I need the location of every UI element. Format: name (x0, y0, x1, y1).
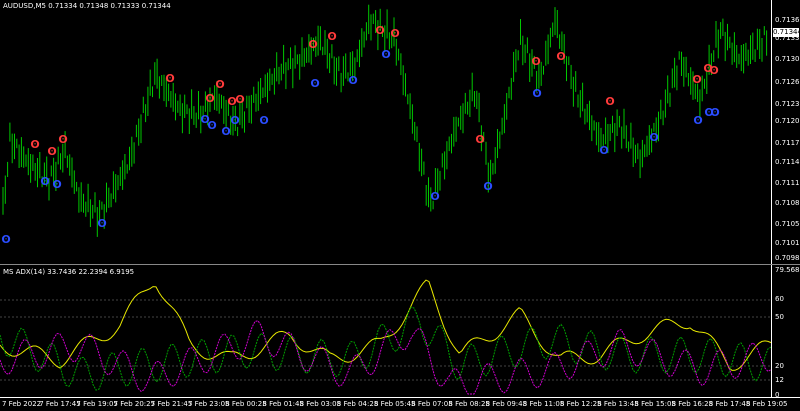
time-tick-label: 7 Feb 19:05 (76, 400, 118, 408)
up-fractal-marker: ʘ (692, 73, 701, 86)
down-fractal-marker: ʘ (710, 106, 719, 119)
down-fractal-marker: ʘ (221, 125, 230, 138)
up-fractal-marker: ʘ (215, 78, 224, 91)
down-fractal-marker: ʘ (207, 119, 216, 132)
price-tick-label: 0.71360 (775, 16, 800, 24)
down-fractal-marker: ʘ (483, 180, 492, 193)
up-fractal-marker: ʘ (475, 133, 484, 146)
time-tick-label: 8 Feb 12:25 (560, 400, 602, 408)
down-fractal-marker: ʘ (693, 114, 702, 127)
price-tick-label: 0.70985 (775, 254, 800, 262)
time-tick-label: 8 Feb 00:25 (225, 400, 267, 408)
up-fractal-marker: ʘ (165, 72, 174, 85)
down-fractal-marker: ʘ (97, 217, 106, 230)
time-tick-label: 8 Feb 13:45 (597, 400, 639, 408)
up-fractal-marker: ʘ (605, 95, 614, 108)
down-fractal-marker: ʘ (348, 74, 357, 87)
down-fractal-marker: ʘ (532, 87, 541, 100)
up-fractal-marker: ʘ (235, 93, 244, 106)
time-tick-label: 7 Feb 20:25 (113, 400, 156, 408)
time-tick-label: 8 Feb 09:45 (485, 400, 528, 408)
up-fractal-marker: ʘ (375, 24, 384, 37)
up-fractal-marker: ʘ (205, 92, 214, 105)
price-tick-label: 0.71205 (775, 117, 800, 125)
price-tick-label: 0.71175 (775, 139, 800, 147)
down-fractal-marker: ʘ (599, 144, 608, 157)
down-fractal-marker: ʘ (52, 178, 61, 191)
price-candles: ʘʘʘʘʘʘʘʘʘʘ ʘ ʘʘʘ ʘʘʘʘʘʘʘ ʘʘʘʘ ʘʘ ʘʘ ʘʘʘʘʘʘʘʘʘʘ (1, 4, 768, 246)
time-tick-label: 8 Feb 16:25 (671, 400, 714, 408)
indicator-tick-label: 60 (775, 295, 784, 303)
time-tick-label: 8 Feb 19:05 (746, 400, 788, 408)
adx-indicator-pane[interactable]: MS ADX(14) 33.7436 22.2394 6.9195 (0, 265, 772, 397)
plus-di-line (0, 306, 771, 391)
price-tick-label: 0.71235 (775, 100, 800, 108)
time-tick-label: 8 Feb 04:25 (336, 400, 379, 408)
up-fractal-marker: ʘ (47, 145, 56, 158)
time-tick-label: 8 Feb 07:05 (411, 400, 453, 408)
indicator-tick-label: 79.5683 (775, 266, 800, 274)
price-tick-label: 0.71110 (775, 179, 800, 187)
up-fractal-marker: ʘ (58, 133, 67, 146)
price-tick-label: 0.71050 (775, 220, 800, 228)
down-fractal-marker: ʘ (430, 190, 439, 203)
up-fractal-marker: ʘ (308, 38, 317, 51)
time-axis-line (0, 397, 800, 398)
indicator-tick-label: 50 (775, 313, 784, 321)
down-fractal-marker: ʘ (230, 114, 239, 127)
down-fractal-marker: ʘ (310, 77, 319, 90)
current-price-tag: 0.71344 (773, 28, 800, 37)
time-tick-label: 7 Feb 2022 (2, 400, 42, 408)
up-fractal-marker: ʘ (327, 30, 336, 43)
time-tick-label: 7 Feb 23:05 (188, 400, 230, 408)
adx-lines (0, 279, 771, 395)
up-fractal-marker: ʘ (30, 138, 39, 151)
time-tick-label: 8 Feb 08:25 (448, 400, 490, 408)
time-tick-label: 7 Feb 17:45 (39, 400, 81, 408)
time-tick-label: 8 Feb 03:05 (299, 400, 342, 408)
time-tick-label: 8 Feb 11:05 (522, 400, 565, 408)
up-fractal-marker: ʘ (531, 55, 540, 68)
down-fractal-marker: ʘ (259, 114, 268, 127)
time-tick-label: 7 Feb 21:45 (150, 400, 193, 408)
indicator-tick-label: 12 (775, 376, 784, 384)
time-tick-label: 8 Feb 17:45 (708, 400, 751, 408)
down-fractal-marker: ʘ (1, 233, 10, 246)
up-fractal-marker: ʘ (390, 27, 399, 40)
price-chart-pane[interactable]: ʘʘʘʘʘʘʘʘʘʘʘʘʘʘʘʘʘʘʘʘʘʘʘʘʘʘʘʘʘʘʘʘʘʘʘʘʘʘʘ … (0, 0, 772, 264)
price-tick-label: 0.71140 (775, 158, 800, 166)
time-tick-label: 8 Feb 05:45 (374, 400, 416, 408)
price-tick-label: 0.71300 (775, 55, 800, 63)
price-tick-label: 0.71080 (775, 199, 800, 207)
time-tick-label: 8 Feb 15:05 (634, 400, 676, 408)
down-fractal-marker: ʘ (40, 175, 49, 188)
down-fractal-marker: ʘ (649, 131, 658, 144)
symbol-header: AUDUSD,M5 0.71334 0.71348 0.71333 0.7134… (3, 2, 171, 10)
price-tick-label: 0.71265 (775, 78, 800, 86)
price-tick-label: 0.71015 (775, 239, 800, 247)
down-fractal-marker: ʘ (381, 48, 390, 61)
time-tick-label: 8 Feb 01:45 (262, 400, 304, 408)
indicator-tick-label: 20 (775, 362, 784, 370)
up-fractal-marker: ʘ (556, 50, 565, 63)
up-fractal-marker: ʘ (709, 64, 718, 77)
indicator-header: MS ADX(14) 33.7436 22.2394 6.9195 (3, 268, 135, 276)
